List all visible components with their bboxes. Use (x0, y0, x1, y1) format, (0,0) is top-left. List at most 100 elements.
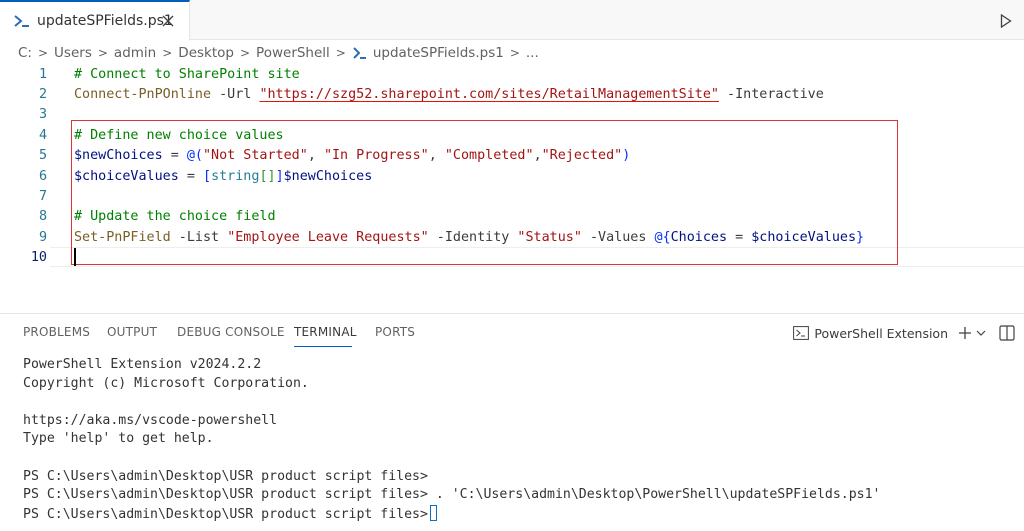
chevron-right-icon: > (239, 46, 251, 60)
powershell-icon (14, 15, 29, 27)
panel-tabs: PowerShell Extension PROBLEMS OUTPUT DEBUG… (0, 314, 1024, 350)
tab-debug-console[interactable]: DEBUG CONSOLE (177, 325, 285, 339)
powershell-icon (793, 326, 810, 340)
breadcrumb-item[interactable]: Users (54, 45, 92, 61)
code-line: 3 (0, 105, 1024, 125)
code-token: -Identity (428, 229, 518, 245)
code-token: # Define new choice values (74, 127, 284, 143)
line-number: 6 (38, 168, 47, 184)
tab-terminal[interactable]: TERMINAL (294, 325, 357, 339)
tab-ports[interactable]: PORTS (375, 325, 415, 339)
code-token: "https://szg52.sharepoint.com/sites/Reta… (259, 87, 719, 103)
breadcrumb-item[interactable]: Desktop (178, 45, 234, 61)
line-number: 3 (38, 107, 47, 123)
code-text: $choiceValues = [string[]]$newChoices (74, 169, 372, 184)
code-line: 2 Connect-PnPOnline -Url "https://szg52.s… (0, 84, 1024, 104)
editor-tab-bar: updateSPFields.ps1 (0, 0, 1024, 40)
code-token: $newChoices (283, 168, 373, 184)
chevron-right-icon: > (335, 46, 346, 60)
chevron-down-icon[interactable] (974, 324, 988, 342)
editor-tab[interactable]: updateSPFields.ps1 (0, 0, 190, 40)
code-token: "Status" (517, 229, 582, 245)
code-text: # Update the choice field (74, 209, 276, 224)
code-line: 7 (0, 186, 1024, 206)
chevron-right-icon: > (162, 46, 173, 60)
code-text: Connect-PnPOnline -Url "https://szg52.sh… (74, 87, 824, 102)
code-token: } (856, 229, 865, 245)
code-text: # Connect to SharePoint site (74, 67, 300, 82)
breadcrumb-item[interactable]: PowerShell (256, 45, 330, 61)
code-token: , (428, 148, 445, 164)
terminal-text: PowerShell Extension v2024.2.2 (23, 357, 262, 372)
breadcrumb-item[interactable]: admin (114, 45, 156, 61)
code-token: "Not Started" (203, 148, 308, 164)
terminal-text: Copyright (c) Microsoft Corporation. (23, 375, 309, 391)
line-number: 2 (38, 87, 47, 103)
code-token: Set-PnPField (74, 229, 171, 245)
chevron-right-icon: > (97, 46, 108, 60)
code-token: @( (186, 148, 203, 164)
line-number: 5 (38, 148, 47, 164)
code-token: -Url (211, 87, 260, 103)
code-token: , (307, 148, 324, 164)
terminal-actions: PowerShell Extension (793, 322, 1024, 344)
line-number: 7 (38, 189, 47, 205)
code-token: [ (203, 168, 212, 184)
code-token: -Values (581, 229, 655, 245)
code-token: -List (170, 229, 228, 245)
code-line: 10 (0, 248, 1024, 268)
code-token: ) (622, 148, 631, 164)
code-editor[interactable]: 1 # Connect to SharePoint site 2 Connect-Pn… (0, 64, 1024, 310)
tab-problems[interactable]: PROBLEMS (23, 325, 90, 339)
code-token: "Employee Leave Requests" (227, 229, 429, 245)
terminal-text: PS C:\Users\admin\Desktop\USR product sc… (23, 506, 428, 522)
line-number: 4 (38, 127, 47, 143)
terminal-line: PowerShell Extension v2024.2.2 (23, 356, 880, 375)
terminal-line: PS C:\Users\admin\Desktop\USR product sc… (23, 468, 880, 487)
code-line: 8 # Update the choice field (0, 207, 1024, 227)
powershell-icon (353, 47, 366, 59)
code-token: string (211, 168, 260, 184)
code-token: $choiceValues (74, 168, 179, 184)
code-token: # Update the choice field (74, 209, 276, 225)
breadcrumb-item[interactable]: ... (526, 45, 539, 61)
run-icon[interactable] (996, 11, 1016, 31)
terminal-line: https://aka.ms/vscode-powershell (23, 412, 880, 431)
line-number: 10 (30, 250, 47, 266)
code-token: # Connect to SharePoint site (74, 66, 300, 82)
code-token: "Completed" (444, 148, 534, 164)
code-token: "Rejected" (541, 148, 623, 164)
plus-icon[interactable] (956, 324, 974, 342)
terminal-line: PS C:\Users\admin\Desktop\USR product sc… (23, 504, 880, 524)
terminal-output[interactable]: PowerShell Extension v2024.2.2 Copyright … (23, 356, 880, 523)
code-token: "In Progress" (323, 148, 429, 164)
code-line: 9 Set-PnPField -List "Employee Leave Requ… (0, 227, 1024, 247)
code-token: Connect-PnPOnline (74, 87, 212, 103)
breadcrumb-item[interactable]: C: (18, 45, 32, 61)
terminal-name[interactable]: PowerShell Extension (814, 326, 948, 341)
text-cursor (74, 248, 76, 266)
chevron-right-icon: > (509, 46, 520, 60)
code-token: ] (275, 168, 284, 184)
code-line: 6 $choiceValues = [string[]]$newChoices (0, 166, 1024, 186)
code-text: $newChoices = @("Not Started", "In Progr… (74, 148, 630, 163)
terminal-text: https://aka.ms/vscode-powershell (23, 412, 278, 428)
terminal-line: Copyright (c) Microsoft Corporation. (23, 375, 880, 394)
split-terminal-icon[interactable] (998, 324, 1016, 342)
code-token: = (727, 229, 752, 245)
code-token: -Interactive (718, 87, 824, 103)
chevron-right-icon: > (37, 46, 49, 60)
close-icon[interactable] (158, 11, 178, 31)
breadcrumb-item[interactable]: updateSPFields.ps1 (373, 45, 504, 61)
code-token: Choices (670, 229, 728, 245)
tab-output[interactable]: OUTPUT (107, 325, 157, 339)
bottom-panel: PowerShell Extension PROBLEMS OUTPUT DEBUG… (0, 313, 1024, 531)
breadcrumb: C: > Users > admin > Desktop > PowerShell > update… (18, 42, 539, 64)
line-number: 8 (38, 209, 47, 225)
code-token: $choiceValues (751, 229, 857, 245)
code-text: # Define new choice values (74, 128, 284, 143)
code-token: = (162, 148, 187, 164)
terminal-text: PS C:\Users\admin\Desktop\USR product sc… (23, 487, 881, 503)
